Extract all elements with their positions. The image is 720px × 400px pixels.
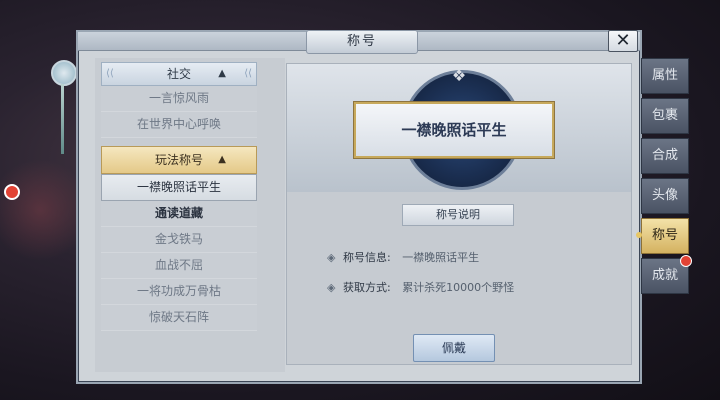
- side-notification-badge[interactable]: [4, 184, 20, 200]
- title-display-card: 一襟晚照话平生: [354, 102, 554, 158]
- list-item[interactable]: 在世界中心呼唤: [101, 112, 257, 138]
- info-row-title: ◈ 称号信息: 一襟晚照话平生: [327, 249, 479, 267]
- background-glow: [0, 150, 80, 270]
- jade-pendant-decoration: [48, 50, 78, 160]
- active-tab-pointer-icon: [636, 232, 642, 238]
- crest-icon: ❖: [451, 66, 467, 85]
- tab-label: 属性: [651, 68, 678, 83]
- pendant-cord: [61, 84, 64, 154]
- list-item[interactable]: 一襟晚照话平生: [101, 174, 257, 201]
- diamond-bullet-icon: ◈: [327, 281, 336, 294]
- title-list: ⟨⟨ 社交 ▲ ⟨⟨ 一言惊风雨 在世界中心呼唤 玩法称号 ▲ 一襟晚照话平生 …: [101, 62, 257, 331]
- title-list-panel: ⟨⟨ 社交 ▲ ⟨⟨ 一言惊风雨 在世界中心呼唤 玩法称号 ▲ 一襟晚照话平生 …: [95, 58, 285, 372]
- title-window: 称号 ✕ ⟨⟨ 社交 ▲ ⟨⟨ 一言惊风雨 在世界中心呼唤 玩法称号 ▲ 一襟晚…: [76, 30, 642, 384]
- side-tabs: 属性 包裹 合成 头像 称号 成就: [636, 58, 693, 298]
- info-label: 称号信息:: [342, 251, 391, 264]
- category-social-label: 社交: [166, 67, 191, 81]
- category-play-titles[interactable]: 玩法称号 ▲: [101, 146, 257, 174]
- close-button[interactable]: ✕: [608, 30, 638, 52]
- method-value: 累计杀死10000个野怪: [402, 281, 515, 294]
- list-item[interactable]: 金戈铁马: [101, 227, 257, 253]
- tab-craft[interactable]: 合成: [641, 138, 689, 174]
- notification-badge: [680, 255, 692, 267]
- tab-attributes[interactable]: 属性: [641, 58, 689, 94]
- window-title: 称号: [306, 30, 418, 54]
- triangle-up-icon: ▲: [218, 68, 226, 79]
- diamond-bullet-icon: ◈: [327, 251, 336, 264]
- jade-ring-icon: [51, 60, 77, 86]
- tab-achievements[interactable]: 成就: [641, 255, 692, 294]
- info-value: 一襟晚照话平生: [402, 251, 480, 264]
- double-chevron-left-icon: ⟨⟨: [106, 68, 114, 79]
- section-heading: 称号说明: [402, 204, 514, 226]
- category-play-label: 玩法称号: [154, 153, 203, 167]
- tab-titles[interactable]: 称号: [636, 218, 689, 254]
- tab-inventory[interactable]: 包裹: [641, 98, 689, 134]
- wear-button[interactable]: 佩戴: [413, 334, 495, 362]
- tab-label: 成就: [651, 268, 678, 283]
- list-item[interactable]: 一将功成万骨枯: [101, 279, 257, 305]
- double-chevron-right-icon: ⟨⟨: [244, 68, 252, 79]
- list-item[interactable]: 血战不屈: [101, 253, 257, 279]
- title-detail-panel: ❖ 一襟晚照话平生 称号说明 ◈ 称号信息: 一襟晚照话平生 ◈ 获取方式: 累…: [286, 63, 632, 365]
- category-social[interactable]: ⟨⟨ 社交 ▲ ⟨⟨: [101, 62, 257, 86]
- list-item[interactable]: 惊破天石阵: [101, 305, 257, 331]
- list-item[interactable]: 一言惊风雨: [101, 86, 257, 112]
- tab-label: 合成: [651, 148, 678, 163]
- info-row-method: ◈ 获取方式: 累计杀死10000个野怪: [327, 279, 514, 297]
- tab-label: 称号: [651, 228, 678, 243]
- title-banner: ❖ 一襟晚照话平生: [287, 64, 631, 192]
- tab-label: 头像: [651, 188, 678, 203]
- method-label: 获取方式:: [342, 281, 391, 294]
- tab-avatar[interactable]: 头像: [641, 178, 689, 214]
- tab-label: 包裹: [651, 108, 678, 123]
- list-item[interactable]: 通读道藏: [101, 201, 257, 227]
- triangle-up-icon: ▲: [218, 154, 226, 165]
